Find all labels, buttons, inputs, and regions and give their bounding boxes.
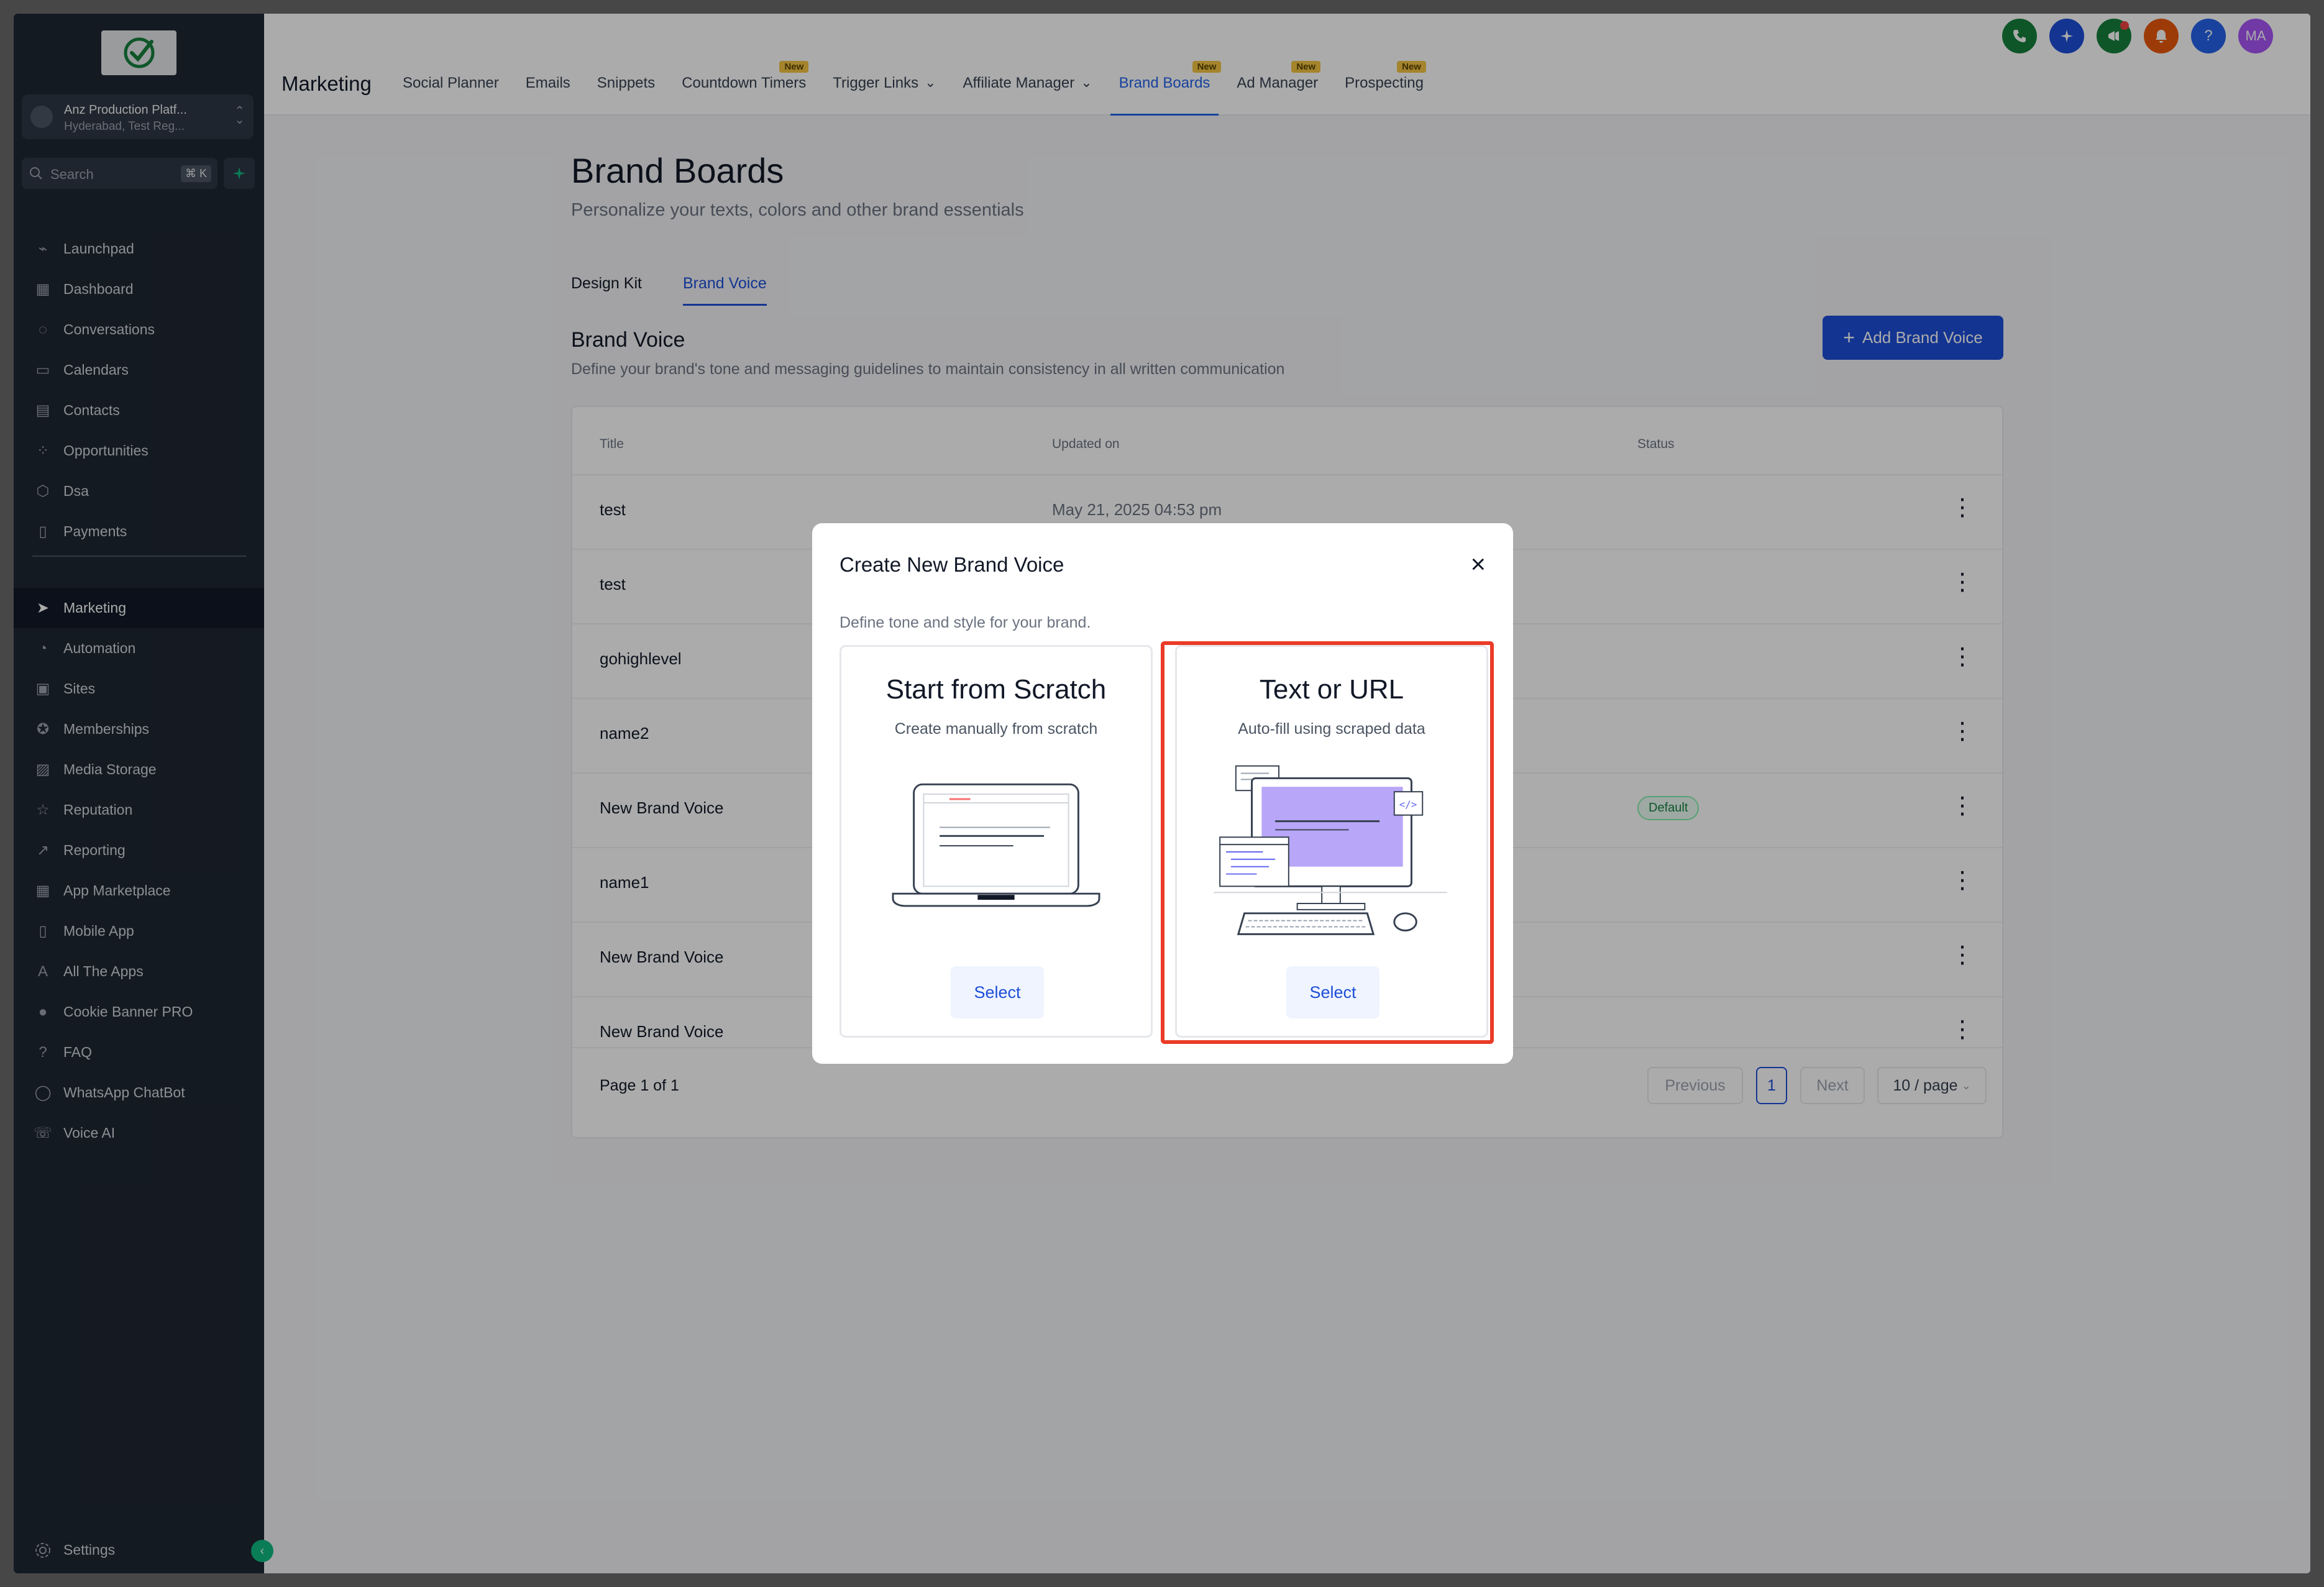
modal-subtitle: Define tone and style for your brand.: [839, 614, 1091, 631]
option-title: Start from Scratch: [885, 674, 1107, 705]
option-start-from-scratch[interactable]: Start from Scratch Create manually from …: [839, 645, 1153, 1038]
select-button[interactable]: Select: [951, 966, 1044, 1018]
close-icon[interactable]: ×: [1470, 551, 1486, 577]
laptop-illustration-icon: [892, 783, 1100, 907]
modal-title: Create New Brand Voice: [839, 553, 1064, 576]
highlight-annotation: [1161, 641, 1494, 1044]
option-subtitle: Create manually from scratch: [894, 720, 1098, 738]
